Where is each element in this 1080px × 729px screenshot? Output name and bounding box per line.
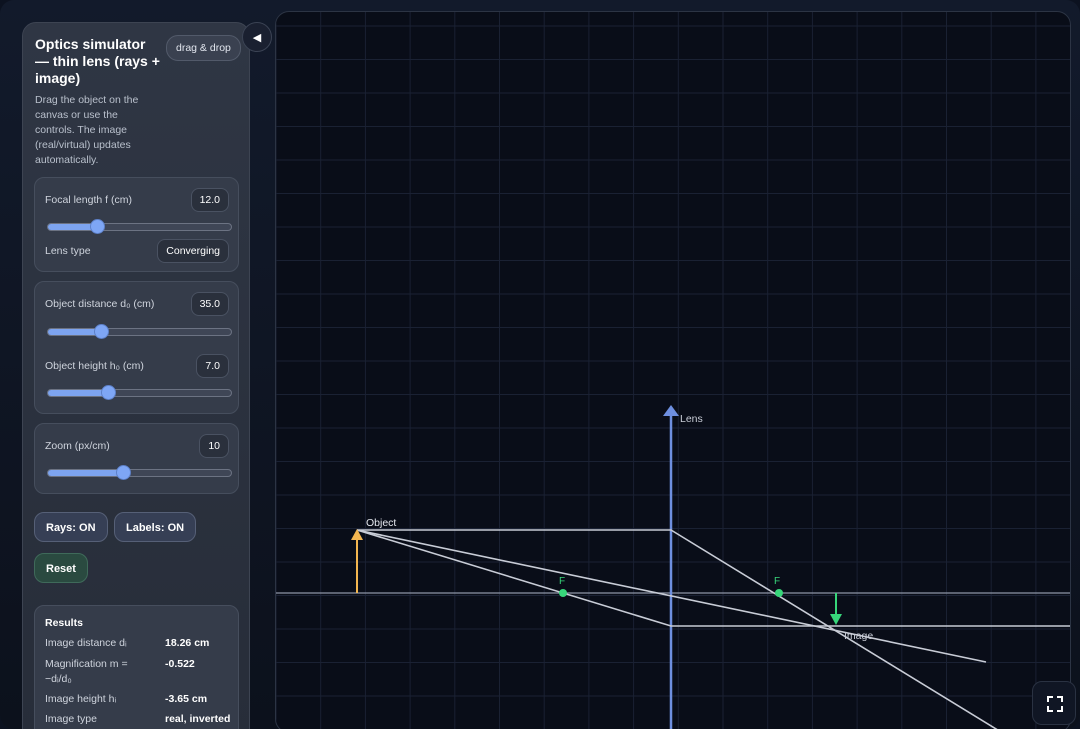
zoom-slider-fill bbox=[48, 470, 124, 476]
object-distance-slider[interactable] bbox=[47, 325, 232, 338]
result-value-image-height: -3.65 cm bbox=[165, 693, 208, 705]
object-height-label: Object height h₀ (cm) bbox=[45, 360, 144, 372]
grid-lines bbox=[276, 12, 1070, 729]
result-value-magnification: -0.522 bbox=[165, 658, 195, 670]
object-distance-slider-fill bbox=[48, 329, 102, 335]
focal-label-right: F bbox=[774, 576, 780, 587]
results-title: Results bbox=[45, 617, 83, 629]
object-height-slider-fill bbox=[48, 390, 109, 396]
focal-length-label: Focal length f (cm) bbox=[45, 194, 132, 206]
object-label: Object bbox=[366, 517, 396, 529]
focal-point-left bbox=[559, 589, 567, 597]
zoom-input[interactable]: 10 bbox=[199, 434, 229, 458]
focal-label-left: F bbox=[559, 576, 565, 587]
fullscreen-button[interactable] bbox=[1032, 681, 1076, 725]
fullscreen-icon bbox=[1047, 696, 1063, 712]
focal-length-slider-thumb[interactable] bbox=[91, 220, 105, 233]
zoom-slider[interactable] bbox=[47, 466, 232, 479]
result-value-image-type: real, inverted bbox=[165, 713, 231, 725]
object-height-slider[interactable] bbox=[47, 386, 232, 399]
drag-drop-badge: drag & drop bbox=[166, 35, 241, 61]
rays-toggle-button[interactable]: Rays: ON bbox=[34, 512, 108, 542]
lens-label: Lens bbox=[680, 413, 703, 425]
image-arrow-head bbox=[830, 614, 842, 625]
result-label-image-height: Image height hᵢ bbox=[45, 693, 117, 705]
focal-point-right bbox=[775, 589, 783, 597]
object-height-slider-thumb[interactable] bbox=[102, 386, 116, 399]
zoom-slider-thumb[interactable] bbox=[117, 466, 131, 479]
object-distance-input[interactable]: 35.0 bbox=[190, 292, 229, 316]
result-label-magnification: Magnification m = −dᵢ/d₀ bbox=[45, 658, 128, 685]
focal-length-slider[interactable] bbox=[47, 220, 232, 233]
zoom-label: Zoom (px/cm) bbox=[45, 440, 110, 452]
result-label-image-distance: Image distance dᵢ bbox=[45, 637, 127, 649]
image-label: Image bbox=[844, 630, 873, 642]
lens-type-select[interactable]: Converging bbox=[157, 239, 229, 263]
object-height-input[interactable]: 7.0 bbox=[196, 354, 229, 378]
object-distance-label: Object distance d₀ (cm) bbox=[45, 298, 155, 310]
focal-length-input[interactable]: 12.0 bbox=[190, 188, 229, 212]
panel-title: Optics simulator — thin lens (rays + ima… bbox=[35, 36, 160, 86]
panel-description: Drag the object on the canvas or use the… bbox=[35, 94, 139, 166]
focal-ray bbox=[356, 529, 1070, 627]
result-label-image-type: Image type bbox=[45, 713, 97, 725]
lens-type-label: Lens type bbox=[45, 245, 91, 257]
chevron-left-icon: ◀ bbox=[252, 31, 262, 44]
object-settings-card: Object distance d₀ (cm) 35.0 Object heig… bbox=[34, 281, 239, 414]
collapse-panel-button[interactable]: ◀ bbox=[242, 22, 272, 52]
optics-scene[interactable]: Lens Object Image F F bbox=[276, 12, 1070, 729]
reset-button[interactable]: Reset bbox=[34, 553, 88, 583]
lens-arrow-head[interactable] bbox=[663, 405, 679, 416]
optics-canvas[interactable]: Lens Object Image F F bbox=[275, 11, 1071, 729]
lens-settings-card: Focal length f (cm) 12.0 Lens type Conve… bbox=[34, 177, 239, 272]
focal-length-slider-fill bbox=[48, 224, 98, 230]
labels-toggle-button[interactable]: Labels: ON bbox=[114, 512, 197, 542]
control-panel: Optics simulator — thin lens (rays + ima… bbox=[22, 22, 250, 729]
app-frame: Optics simulator — thin lens (rays + ima… bbox=[0, 0, 1080, 729]
results-card: Results Image distance dᵢ 18.26 cm Magni… bbox=[34, 605, 239, 729]
result-value-image-distance: 18.26 cm bbox=[165, 637, 210, 649]
object-distance-slider-thumb[interactable] bbox=[95, 325, 109, 338]
zoom-settings-card: Zoom (px/cm) 10 bbox=[34, 423, 239, 494]
